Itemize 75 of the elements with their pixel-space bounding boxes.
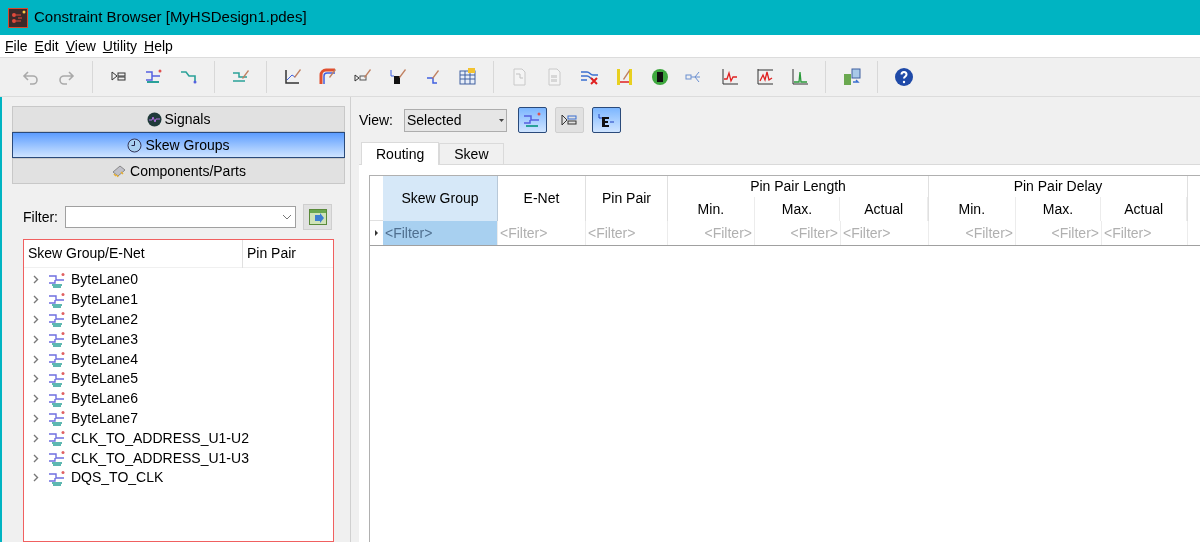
- tab[interactable]: Skew: [439, 143, 504, 164]
- expand-chevron-icon[interactable]: [33, 413, 39, 423]
- net-group-icon: [48, 271, 66, 288]
- connector-icon: [560, 113, 579, 127]
- net-group-icon: [48, 291, 66, 308]
- menu-item[interactable]: Edit: [34, 35, 59, 57]
- net-group-icon: [48, 351, 66, 368]
- expand-chevron-icon[interactable]: [33, 334, 39, 344]
- section-button[interactable]: Signals: [12, 106, 345, 132]
- expand-chevron-icon[interactable]: [33, 453, 39, 463]
- expand-chevron-icon[interactable]: [33, 374, 39, 384]
- net-group-icon: [48, 390, 66, 407]
- tree-item[interactable]: ByteLane6: [71, 388, 138, 410]
- section-button[interactable]: Components/Parts: [12, 158, 345, 184]
- menu-item[interactable]: Help: [144, 35, 173, 57]
- view-toggle-button[interactable]: [592, 107, 621, 133]
- clock-icon: [127, 137, 143, 153]
- filter-label: Filter:: [23, 207, 58, 227]
- expand-chevron-icon[interactable]: [33, 354, 39, 364]
- section-button[interactable]: Skew Groups: [12, 132, 345, 158]
- expand-chevron-icon[interactable]: [33, 295, 39, 305]
- column-group-header[interactable]: Pin Pair Delay: [929, 176, 1187, 197]
- column-header[interactable]: Pin Pair: [243, 243, 301, 264]
- tree-item[interactable]: CLK_TO_ADDRESS_U1-U3: [71, 447, 249, 469]
- app-logo-icon: [8, 7, 28, 28]
- waveform-icon: [719, 67, 740, 87]
- column-group-header[interactable]: Pin Pair Length: [668, 176, 928, 197]
- signal-wave-icon: [146, 111, 162, 127]
- view-toggle-button[interactable]: [518, 107, 547, 133]
- net-group-icon: [48, 450, 66, 467]
- apply-filter-button[interactable]: [303, 204, 332, 230]
- net-group-icon: [48, 410, 66, 427]
- expand-chevron-icon[interactable]: [33, 394, 39, 404]
- edit-measure-icon: [614, 67, 635, 87]
- net-group-icon: [48, 331, 66, 348]
- expand-chevron-icon[interactable]: [33, 473, 39, 483]
- menu-item[interactable]: File: [5, 35, 28, 57]
- tree-item[interactable]: ByteLane7: [71, 408, 138, 429]
- column-header[interactable]: Skew Group/E-Net: [24, 239, 243, 268]
- row-pointer-icon: [375, 230, 378, 236]
- net-group-icon: [522, 111, 543, 129]
- expand-chevron-icon[interactable]: [33, 315, 39, 324]
- window-title: Constraint Browser [MyHSDesign1.pdes]: [34, 7, 307, 28]
- waveform-limits-icon: [754, 67, 775, 87]
- view-dropdown[interactable]: Selected: [404, 108, 507, 132]
- tree-item[interactable]: ByteLane0: [71, 269, 138, 291]
- tree-item[interactable]: ByteLane4: [71, 348, 138, 370]
- expand-chevron-icon[interactable]: [33, 275, 39, 285]
- tree-item[interactable]: ByteLane3: [71, 328, 138, 350]
- net-group-icon: [48, 430, 66, 447]
- column-header[interactable]: Skew Group: [383, 176, 498, 221]
- dropdown-caret-icon: [282, 214, 292, 220]
- net-group-icon: [48, 370, 66, 387]
- peak-chart-icon: [789, 67, 810, 87]
- tree-item[interactable]: ByteLane2: [71, 309, 138, 330]
- net-group-icon: [48, 311, 66, 328]
- tab[interactable]: Routing: [361, 142, 440, 165]
- tree-item[interactable]: ByteLane1: [71, 289, 138, 311]
- dropdown-caret-icon: [499, 118, 504, 122]
- filter-combobox[interactable]: [65, 206, 296, 228]
- edit-line-icon: [282, 67, 303, 87]
- spreadsheet-icon: [457, 67, 478, 87]
- tree-item[interactable]: CLK_TO_ADDRESS_U1-U2: [71, 427, 249, 449]
- tree-item[interactable]: ByteLane5: [71, 368, 138, 390]
- letter-net-icon: [597, 112, 616, 128]
- swap-panels-icon: [841, 67, 862, 87]
- tree-item[interactable]: DQS_TO_CLK: [71, 467, 164, 489]
- expand-chevron-icon[interactable]: [33, 433, 39, 443]
- menu-item[interactable]: Utility: [102, 35, 138, 57]
- help-icon: [893, 67, 914, 87]
- chip-icon: [111, 164, 127, 178]
- edit-curve-icon: [317, 67, 338, 87]
- view-label: View:: [359, 110, 393, 130]
- net-group-icon: [48, 469, 66, 486]
- menu-item[interactable]: View: [65, 35, 96, 57]
